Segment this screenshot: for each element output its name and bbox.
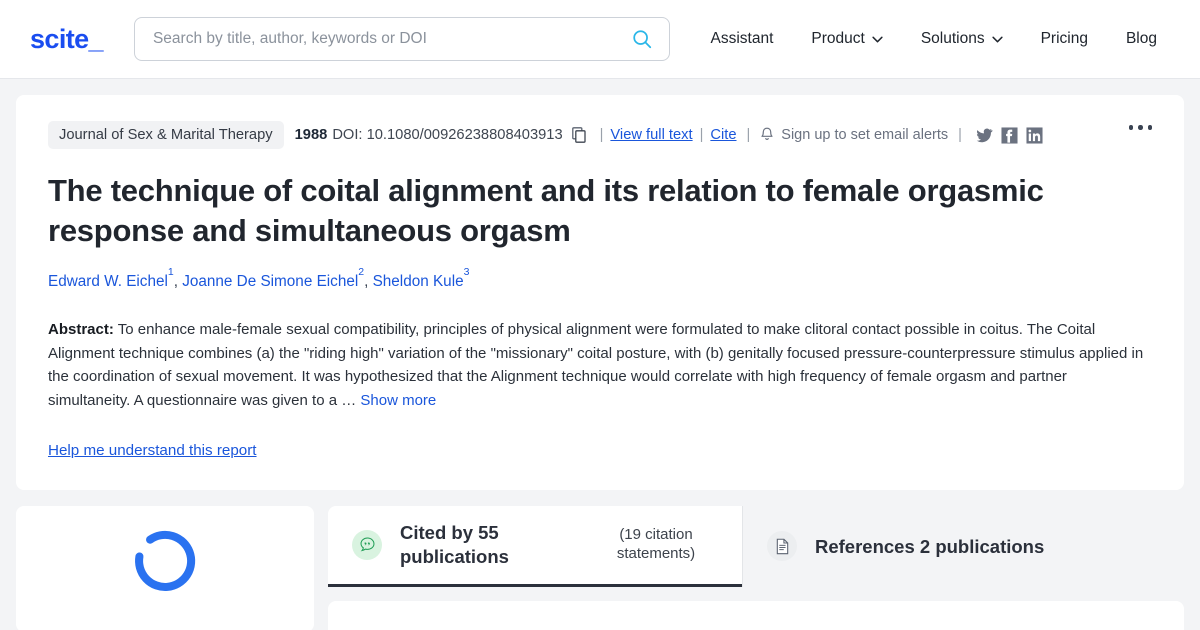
author-separator: , — [364, 273, 373, 291]
page-title: The technique of coital alignment and it… — [48, 173, 1044, 248]
dot — [1128, 125, 1133, 130]
author-link[interactable]: Edward W. Eichel1 — [48, 266, 174, 291]
tab-references[interactable]: References 2 publications — [742, 505, 1184, 587]
nav-label-product: Product — [811, 30, 865, 47]
nav-label-pricing: Pricing — [1040, 30, 1088, 47]
quote-bubble-icon — [352, 529, 382, 560]
bottom-section: Cited by 55 publications (19 citation st… — [0, 505, 1200, 630]
nav-item-solutions[interactable]: Solutions — [902, 30, 1022, 48]
paper-metadata-bar: Journal of Sex & Marital Therapy 1988 DO… — [48, 121, 1152, 149]
author-list: Edward W. Eichel1, Joanne De Simone Eich… — [48, 266, 1152, 293]
citations-panel: Cited by 55 publications (19 citation st… — [328, 505, 1184, 630]
loading-spinner — [135, 530, 196, 591]
abstract: Abstract: To enhance male-female sexual … — [48, 318, 1152, 413]
paper-card: Journal of Sex & Marital Therapy 1988 DO… — [16, 95, 1184, 490]
search-icon[interactable] — [631, 28, 653, 50]
help-understand-report-link[interactable]: Help me understand this report — [48, 442, 257, 459]
abstract-text: To enhance male-female sexual compatibil… — [48, 320, 1144, 409]
separator: | — [746, 127, 751, 143]
bell-icon[interactable] — [760, 127, 774, 143]
separator: | — [599, 127, 604, 143]
publication-year: 1988 — [294, 127, 328, 143]
dot — [1138, 125, 1143, 130]
abstract-label: Abstract: — [48, 320, 114, 338]
email-alerts-link[interactable]: Sign up to set email alerts — [781, 127, 948, 143]
tab-cited-by-sublabel: (19 citation statements) — [616, 525, 696, 562]
twitter-icon[interactable] — [976, 127, 993, 144]
nav-label-assistant: Assistant — [710, 30, 774, 47]
nav-item-pricing[interactable]: Pricing — [1022, 30, 1107, 48]
page-body: Journal of Sex & Marital Therapy 1988 DO… — [0, 79, 1200, 490]
nav-item-product[interactable]: Product — [792, 30, 901, 48]
author-affiliation: 2 — [358, 265, 365, 278]
nav-label-solutions: Solutions — [920, 30, 985, 47]
show-more-link[interactable]: Show more — [360, 392, 436, 409]
site-header: scite_ Assistant Product Solutions Prici… — [0, 0, 1200, 79]
nav-item-blog[interactable]: Blog — [1107, 30, 1176, 48]
chevron-down-icon — [991, 36, 1003, 42]
cite-link[interactable]: Cite — [710, 127, 736, 143]
tab-cited-by-label: Cited by 55 publications — [400, 522, 509, 567]
facebook-icon[interactable] — [1001, 126, 1018, 144]
document-icon — [767, 531, 797, 562]
nav-label-blog: Blog — [1125, 30, 1157, 47]
search-bar[interactable] — [133, 17, 670, 61]
dot — [1147, 125, 1152, 130]
view-full-text-link[interactable]: View full text — [610, 127, 692, 143]
author-link[interactable]: Sheldon Kule3 — [372, 266, 470, 291]
author-affiliation: 3 — [463, 265, 470, 278]
metrics-panel — [16, 505, 314, 630]
citation-results-card — [328, 600, 1184, 630]
separator: | — [699, 127, 704, 143]
copy-icon[interactable] — [571, 127, 586, 143]
author-separator: , — [173, 273, 183, 291]
more-options-button[interactable] — [1125, 121, 1157, 134]
nav-item-assistant[interactable]: Assistant — [692, 30, 793, 48]
journal-badge[interactable]: Journal of Sex & Marital Therapy — [48, 121, 284, 149]
author-affiliation: 1 — [167, 265, 174, 278]
author-name: Joanne De Simone Eichel — [182, 273, 359, 291]
tab-references-label: References 2 publications — [815, 535, 1045, 557]
author-name: Sheldon Kule — [372, 273, 464, 291]
linkedin-icon[interactable] — [1026, 126, 1043, 144]
search-input[interactable] — [152, 30, 631, 48]
separator: | — [958, 127, 962, 143]
chevron-down-icon — [872, 36, 883, 42]
scite-logo[interactable]: scite_ — [30, 24, 104, 55]
author-link[interactable]: Joanne De Simone Eichel2 — [182, 266, 364, 291]
main-nav: Assistant Product Solutions Pricing Blog — [692, 30, 1177, 48]
tab-cited-by[interactable]: Cited by 55 publications (19 citation st… — [328, 505, 742, 587]
social-share-group — [976, 126, 1043, 144]
doi-text: DOI: 10.1080/00926238808403913 — [332, 127, 563, 143]
author-name: Edward W. Eichel — [48, 273, 168, 291]
citations-tablist: Cited by 55 publications (19 citation st… — [328, 505, 1184, 587]
